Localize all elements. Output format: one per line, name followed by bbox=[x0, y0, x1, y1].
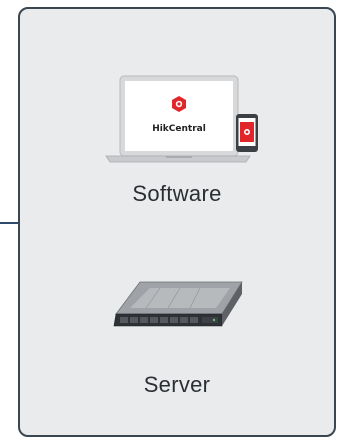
connector-line bbox=[0, 222, 18, 224]
rack-server-icon bbox=[113, 281, 243, 327]
laptop-with-tablet-icon: HikCentral bbox=[105, 75, 258, 163]
software-label: Software bbox=[132, 181, 222, 206]
server-label: Server bbox=[143, 372, 211, 397]
brand-text: HikCentral bbox=[152, 124, 206, 134]
product-panel: HikCentral Software Server bbox=[18, 7, 336, 437]
